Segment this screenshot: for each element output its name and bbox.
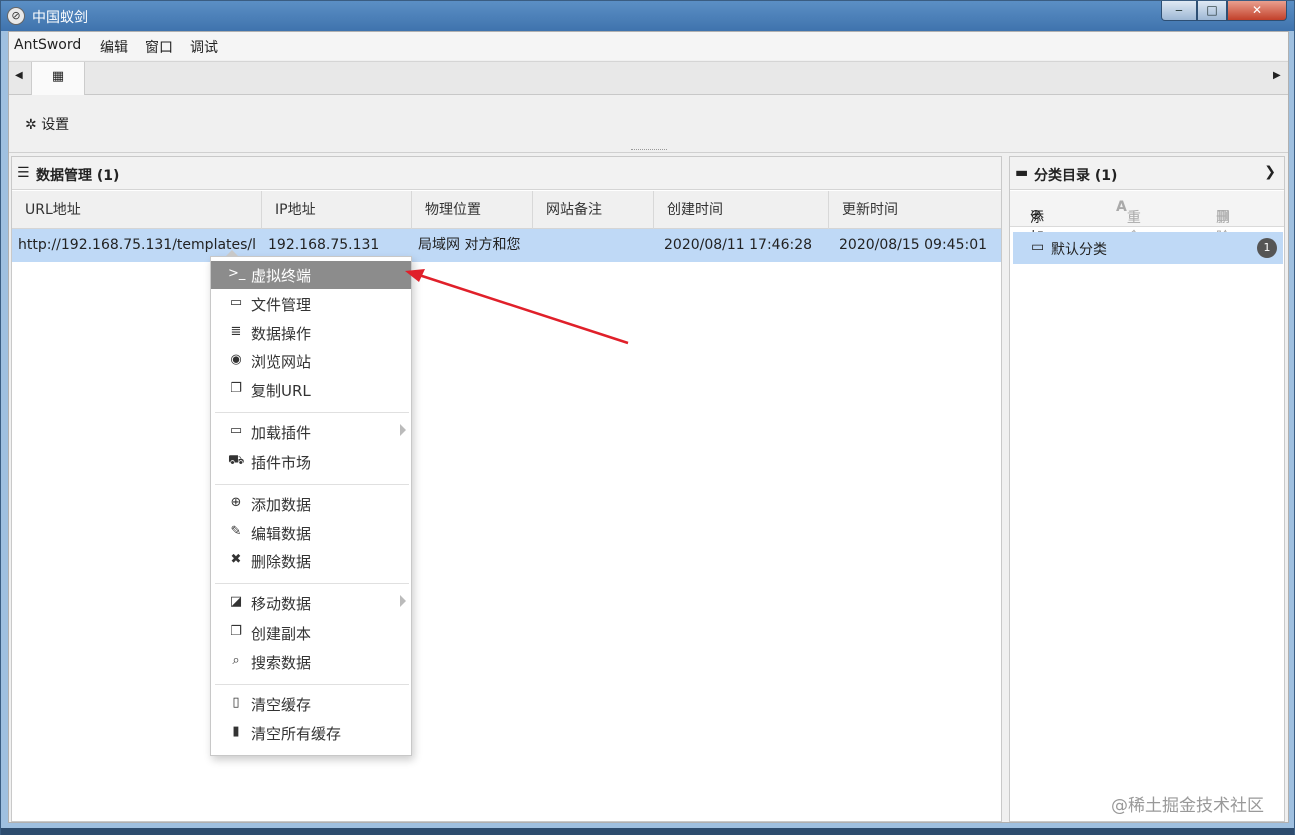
taskbar: [1, 828, 1294, 835]
app-window: ⊘ 中国蚁剑 ‒ □ ✕ AntSword 编辑 窗口 调试 ◀ ▦ ▶ ✲ 设…: [0, 0, 1295, 835]
annotation-arrow: [405, 269, 629, 345]
watermark: @稀土掘金技术社区: [1111, 796, 1264, 816]
